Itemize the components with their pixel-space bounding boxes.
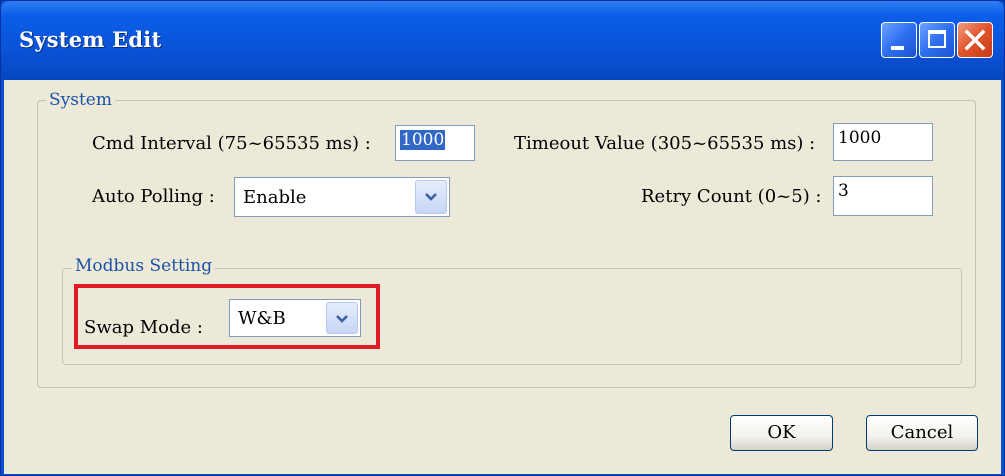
window-title: System Edit	[19, 27, 162, 52]
chevron-down-icon	[425, 193, 437, 201]
timeout-value-value: 1000	[838, 128, 882, 148]
title-bar[interactable]: System Edit	[1, 1, 1004, 80]
minimize-button[interactable]	[881, 22, 917, 58]
maximize-icon	[928, 30, 946, 48]
auto-polling-dropdown-button[interactable]	[415, 180, 447, 214]
auto-polling-select[interactable]: Enable	[234, 177, 450, 217]
system-edit-window: System Edit System Cmd Interval (75~6553…	[0, 0, 1005, 476]
modbus-setting-legend: Modbus Setting	[72, 256, 216, 276]
swap-mode-highlight-box	[74, 284, 380, 349]
timeout-value-input[interactable]: 1000	[833, 123, 933, 161]
ok-button[interactable]: OK	[730, 415, 833, 451]
close-button[interactable]	[957, 22, 993, 58]
retry-count-input[interactable]: 3	[833, 176, 933, 216]
cmd-interval-label: Cmd Interval (75~65535 ms) :	[92, 133, 371, 154]
dialog-client-area: System Cmd Interval (75~65535 ms) : 1000…	[4, 80, 1001, 474]
auto-polling-value: Enable	[243, 187, 307, 208]
timeout-value-label: Timeout Value (305~65535 ms) :	[514, 133, 816, 154]
auto-polling-label: Auto Polling :	[92, 186, 215, 207]
maximize-button[interactable]	[919, 22, 955, 58]
retry-count-value: 3	[838, 181, 849, 201]
minimize-icon	[891, 46, 904, 50]
cmd-interval-value: 1000	[400, 130, 446, 150]
system-group-legend: System	[46, 90, 115, 110]
cancel-button[interactable]: Cancel	[866, 415, 978, 451]
close-icon	[964, 29, 986, 51]
retry-count-label: Retry Count (0~5) :	[641, 186, 822, 207]
cmd-interval-input[interactable]: 1000	[395, 125, 475, 161]
